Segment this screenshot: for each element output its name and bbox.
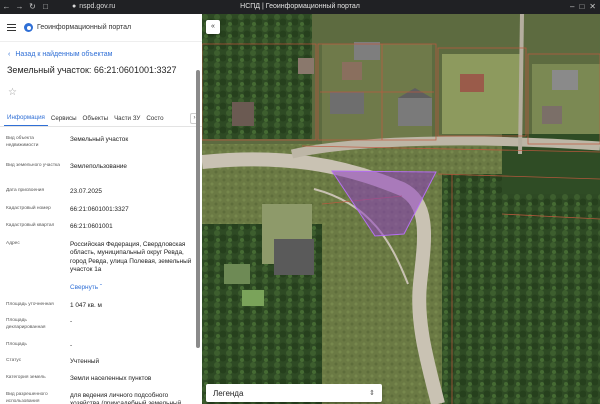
- attr-value: Российская Федерация, Свердловская облас…: [70, 241, 192, 274]
- back-to-results-link[interactable]: ‹ Назад к найденным объектам: [8, 48, 202, 60]
- attr-label: Площадь декларированная: [6, 318, 46, 330]
- attr-value: Земельный участок: [70, 136, 129, 143]
- chevron-left-icon: ‹: [8, 50, 11, 58]
- tab-state[interactable]: Состо: [143, 115, 166, 126]
- attr-label: Адрес: [6, 241, 20, 246]
- map-view[interactable]: [202, 14, 600, 404]
- attr-value: Земли населенных пунктов: [70, 375, 152, 382]
- attr-label: Вид разрешенного использования: [6, 392, 48, 404]
- attr-label: Статус: [6, 358, 22, 363]
- attr-label: Вид земельного участка: [6, 163, 60, 168]
- browser-toolbar: ← → ↻ □ ● nspd.gov.ru НСПД | Геоинформац…: [0, 0, 600, 14]
- menu-icon[interactable]: [7, 24, 16, 31]
- info-panel: Геоинформационный портал ‹ Назад к найде…: [0, 14, 202, 404]
- panel-header: Геоинформационный портал: [0, 14, 202, 42]
- attr-label: Вид объекта недвижимости: [6, 136, 39, 148]
- tab-objects[interactable]: Объекты: [80, 115, 112, 126]
- lock-icon: ●: [72, 3, 77, 10]
- attr-value: для ведения личного подсобного хозяйства…: [70, 392, 182, 404]
- object-title: Земельный участок: 66:21:0601001:3327: [7, 65, 177, 75]
- back-link-label: Назад к найденным объектам: [15, 50, 113, 58]
- attr-value: Учтенный: [70, 358, 100, 365]
- portal-name: Геоинформационный портал: [37, 24, 132, 31]
- attr-label: Дата присвоения: [6, 188, 45, 193]
- arrow-left-icon[interactable]: ←: [0, 0, 13, 14]
- tab-parts[interactable]: Части ЗУ: [111, 115, 143, 126]
- collapse-link-label: Свернуть: [70, 284, 99, 291]
- attr-value: 66:21:0601001:3327: [70, 206, 129, 213]
- attr-value: 66:21:0601001: [70, 223, 113, 230]
- attr-label: Кадастровый квартал: [6, 223, 55, 228]
- maximize-icon[interactable]: □: [579, 0, 584, 14]
- attr-value: -: [70, 318, 73, 325]
- reload-icon[interactable]: ↻: [26, 0, 39, 14]
- close-icon[interactable]: ✕: [589, 0, 596, 14]
- chevron-updown-icon: ⇕: [369, 390, 375, 397]
- attr-label: Категория земель: [6, 375, 46, 380]
- attr-value: -: [70, 342, 73, 349]
- attr-label: Площадь уточненная: [6, 302, 54, 307]
- chevron-up-icon: ˆ: [99, 284, 102, 291]
- minimize-icon[interactable]: –: [570, 0, 574, 14]
- attr-label: Кадастровый номер: [6, 206, 51, 211]
- satellite-imagery: [202, 14, 600, 404]
- attr-value: Землепользование: [70, 163, 127, 170]
- attr-value: 1 047 кв. м: [70, 302, 102, 309]
- tab-info[interactable]: Информация: [4, 114, 48, 126]
- favorite-star-icon[interactable]: ☆: [8, 87, 202, 99]
- tab-icon[interactable]: □: [39, 0, 52, 14]
- object-tabs: Информация Сервисы Объекты Части ЗУ Сост…: [0, 109, 202, 127]
- double-chevron-left-icon[interactable]: «: [206, 20, 220, 34]
- panel-scrollbar[interactable]: [196, 70, 200, 348]
- url-text: nspd.gov.ru: [79, 3, 116, 10]
- arrow-right-icon[interactable]: →: [13, 0, 26, 14]
- attr-label: Площадь: [6, 342, 27, 347]
- address-bar[interactable]: ● nspd.gov.ru: [72, 2, 115, 12]
- portal-logo-icon: [24, 23, 33, 32]
- tab-services[interactable]: Сервисы: [48, 115, 80, 126]
- legend-dropdown[interactable]: Легенда ⇕: [206, 384, 382, 402]
- legend-label: Легенда: [213, 388, 244, 398]
- collapse-address-link[interactable]: Свернуть ˆ: [70, 284, 196, 292]
- attr-value: 23.07.2025: [70, 188, 102, 195]
